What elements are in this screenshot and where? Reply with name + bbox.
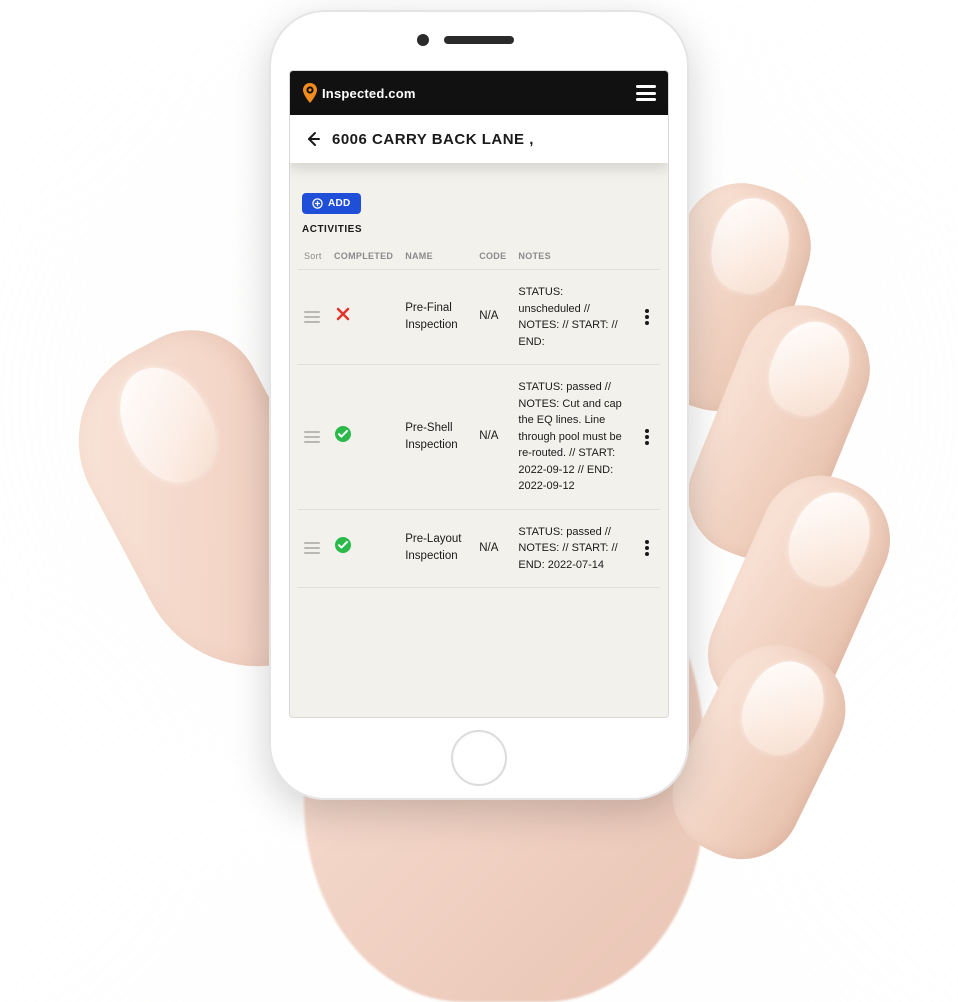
brand-logo[interactable]: Inspected.com: [302, 83, 416, 103]
content-area: ADD ACTIVITIES Sort COMPLETED NAME CODE …: [290, 163, 668, 596]
activity-name: Pre-Layout Inspection: [399, 509, 473, 588]
app-header: Inspected.com: [290, 71, 668, 115]
app-screen: Inspected.com 6006 CARRY BACK LANE ,: [289, 70, 669, 718]
activity-code: N/A: [473, 365, 512, 510]
row-actions-icon[interactable]: [640, 309, 654, 325]
col-header-name[interactable]: NAME: [399, 243, 473, 270]
activity-notes: STATUS: unscheduled // NOTES: // START: …: [512, 270, 634, 365]
drag-handle-icon[interactable]: [304, 311, 320, 323]
phone-sensor: [417, 34, 429, 46]
activity-code: N/A: [473, 270, 512, 365]
activity-code: N/A: [473, 509, 512, 588]
col-header-sort[interactable]: Sort: [298, 243, 328, 270]
activity-name: Pre-Shell Inspection: [399, 365, 473, 510]
section-title: ACTIVITIES: [302, 224, 660, 235]
row-actions-icon[interactable]: [640, 540, 654, 556]
phone-home-button[interactable]: [451, 730, 507, 786]
row-actions-icon[interactable]: [640, 429, 654, 445]
activity-notes: STATUS: passed // NOTES: // START: // EN…: [512, 509, 634, 588]
menu-icon[interactable]: [636, 85, 656, 101]
col-header-completed[interactable]: COMPLETED: [328, 243, 399, 270]
activities-table: Sort COMPLETED NAME CODE NOTES Pre-Final…: [298, 243, 660, 588]
table-row: Pre-Shell InspectionN/ASTATUS: passed //…: [298, 365, 660, 510]
col-header-code[interactable]: CODE: [473, 243, 512, 270]
add-button-label: ADD: [328, 198, 351, 209]
plus-circle-icon: [312, 198, 323, 209]
drag-handle-icon[interactable]: [304, 431, 320, 443]
drag-handle-icon[interactable]: [304, 542, 320, 554]
map-pin-icon: [302, 83, 318, 103]
back-arrow-icon[interactable]: [304, 130, 322, 148]
table-row: Pre-Final InspectionN/ASTATUS: unschedul…: [298, 270, 660, 365]
page-title: 6006 CARRY BACK LANE ,: [332, 131, 534, 148]
check-circle-icon: [334, 545, 352, 557]
phone-frame: Inspected.com 6006 CARRY BACK LANE ,: [269, 10, 689, 800]
brand-name: Inspected.com: [322, 86, 416, 101]
check-circle-icon: [334, 434, 352, 446]
add-button[interactable]: ADD: [302, 193, 361, 214]
page-subheader: 6006 CARRY BACK LANE ,: [290, 115, 668, 163]
x-icon: [334, 314, 352, 326]
col-header-notes[interactable]: NOTES: [512, 243, 634, 270]
activity-name: Pre-Final Inspection: [399, 270, 473, 365]
table-row: Pre-Layout InspectionN/ASTATUS: passed /…: [298, 509, 660, 588]
phone-earpiece: [444, 36, 514, 44]
activity-notes: STATUS: passed // NOTES: Cut and cap the…: [512, 365, 634, 510]
